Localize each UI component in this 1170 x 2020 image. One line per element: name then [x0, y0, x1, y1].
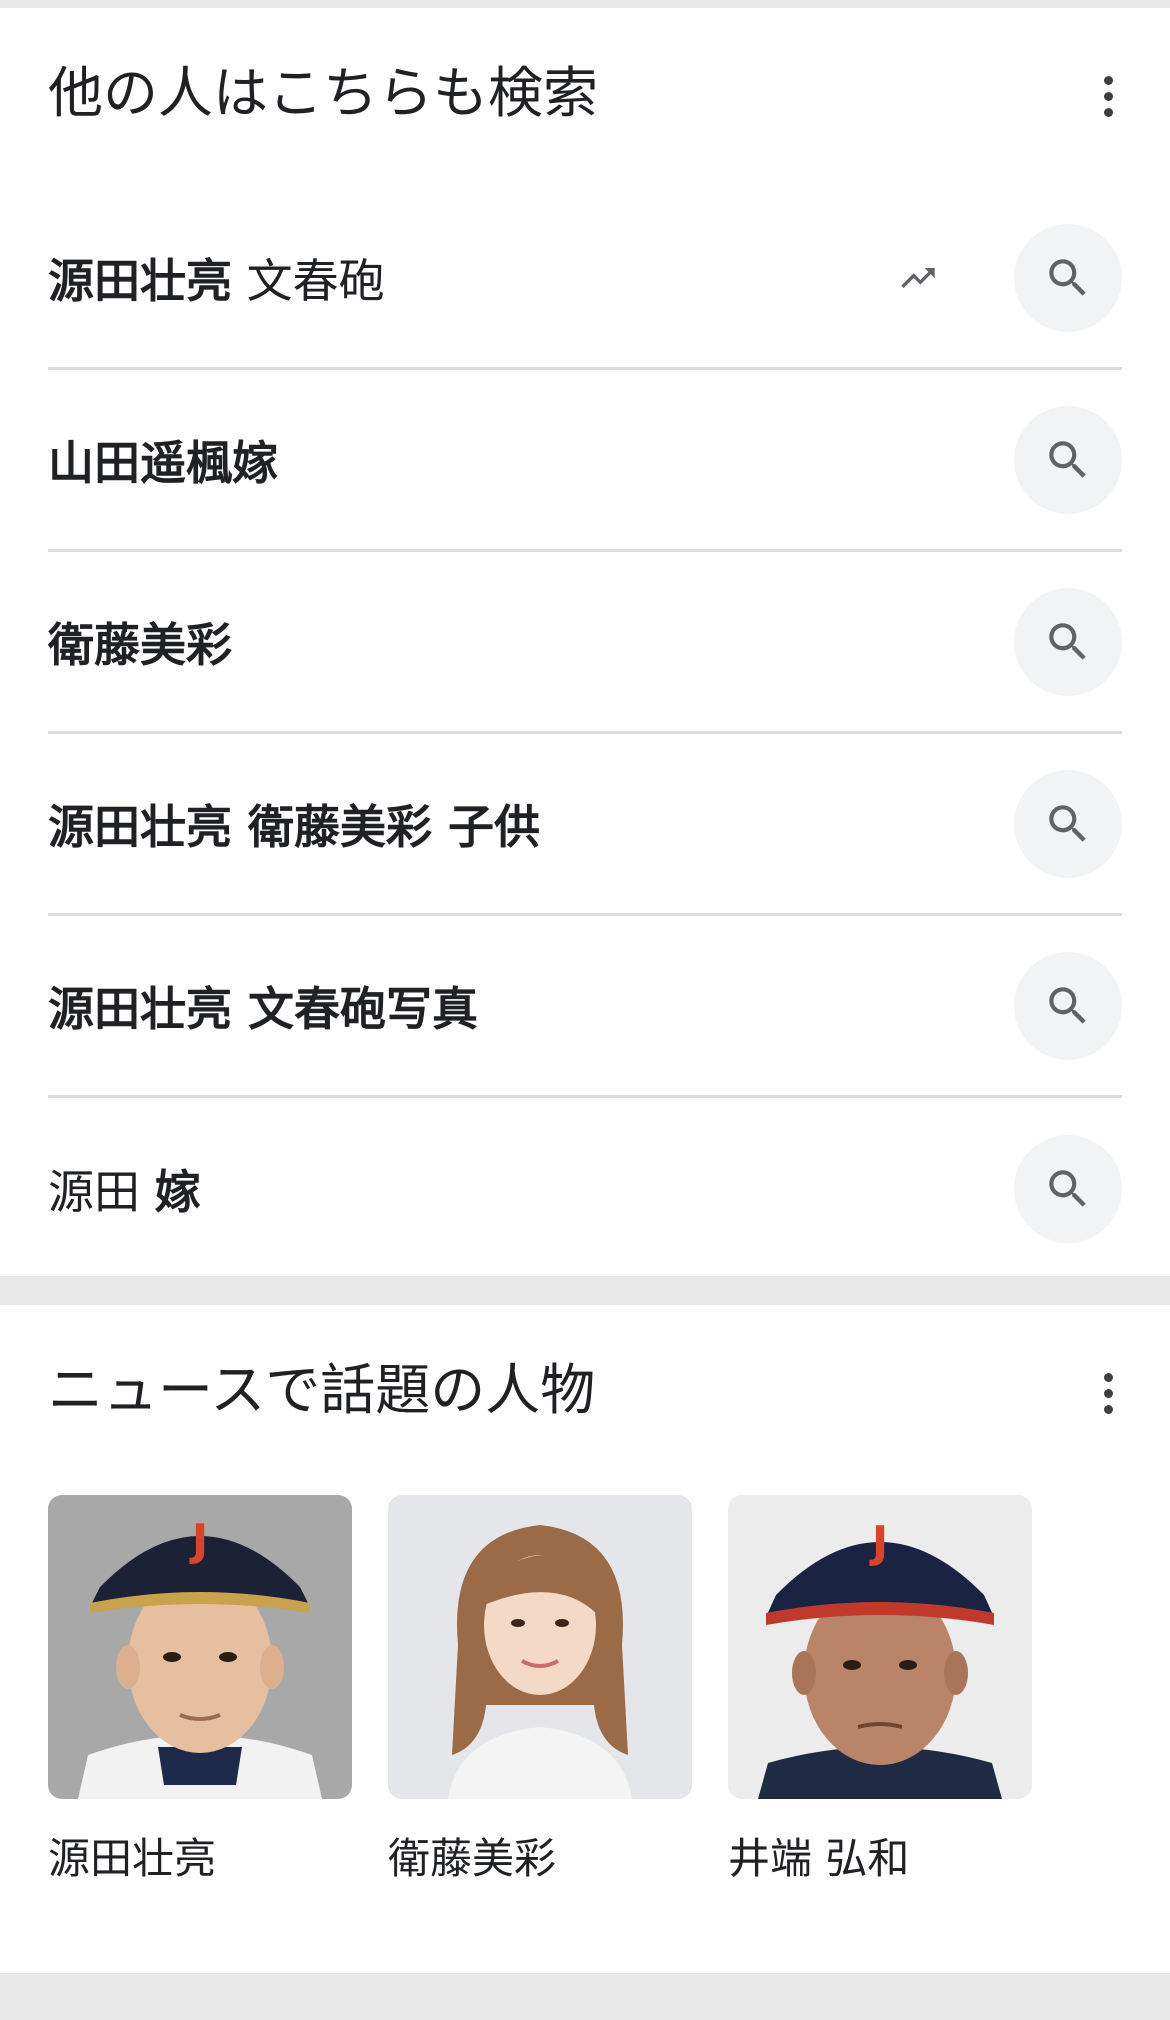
related-searches-title: 他の人はこちらも検索: [48, 61, 599, 125]
related-search-label: 衛藤美彩: [48, 617, 232, 672]
related-search-item[interactable]: 源田 嫁: [48, 1098, 1122, 1280]
search-icon: [1049, 986, 1086, 1024]
trending-up-icon: [901, 267, 935, 288]
related-search-label: 源田壮亮 文春砲写真: [48, 981, 479, 1036]
person-name: 衛藤美彩: [388, 1834, 557, 1883]
related-search-item[interactable]: 衛藤美彩: [48, 552, 1122, 734]
related-search-item[interactable]: 源田壮亮 文春砲: [48, 188, 1122, 370]
related-search-item[interactable]: 源田壮亮 文春砲写真: [48, 916, 1122, 1098]
related-search-label: 山田遥楓嫁: [48, 435, 278, 490]
search-icon: [1049, 622, 1086, 660]
related-search-label: 源田壮亮 文春砲: [48, 253, 385, 308]
search-button[interactable]: [1014, 951, 1122, 1060]
person-photo: [388, 1495, 692, 1799]
related-searches-list: 源田壮亮 文春砲 山田遥楓嫁 衛藤美彩 源田壮亮 衛藤美彩 子供 源田壮亮 文春…: [48, 188, 1122, 1280]
search-icon: [1049, 440, 1086, 478]
related-search-label: 源田壮亮 衛藤美彩 子供: [48, 799, 541, 854]
person-name: 井端 弘和: [728, 1834, 910, 1883]
search-button[interactable]: [1014, 769, 1122, 878]
search-icon: [1049, 258, 1086, 296]
svg-text:J: J: [869, 1517, 888, 1568]
person-photo: J: [728, 1495, 1032, 1799]
person-name: 源田壮亮: [48, 1834, 217, 1883]
person-card[interactable]: 衛藤美彩: [388, 1495, 692, 1886]
search-button[interactable]: [1014, 405, 1122, 514]
search-icon: [1049, 804, 1086, 842]
related-search-item[interactable]: 山田遥楓嫁: [48, 370, 1122, 552]
search-icon: [1049, 1170, 1086, 1207]
more-options-icon[interactable]: [1086, 1363, 1130, 1423]
search-button[interactable]: [1014, 587, 1122, 696]
svg-text:J: J: [189, 1515, 208, 1566]
person-card[interactable]: J 源田壮亮: [48, 1495, 352, 1886]
search-button[interactable]: [1014, 1135, 1122, 1243]
search-results-page: 他の人はこちらも検索 源田壮亮 文春砲 山田遥楓嫁 衛藤美彩 源田壮亮 衛藤美彩…: [0, 0, 1170, 2020]
more-options-icon[interactable]: [1086, 66, 1130, 126]
search-button[interactable]: [1014, 223, 1122, 332]
person-card[interactable]: J 井端 弘和: [728, 1495, 1032, 1886]
related-search-label: 源田 嫁: [48, 1165, 201, 1219]
people-in-news-title: ニュースで話題の人物: [48, 1358, 596, 1422]
people-in-news-card: ニュースで話題の人物 J 源田壮亮 衛藤美彩 J 井端 弘和: [0, 1305, 1170, 1973]
person-photo: J: [48, 1495, 352, 1799]
related-search-item[interactable]: 源田壮亮 衛藤美彩 子供: [48, 734, 1122, 916]
related-searches-card: 他の人はこちらも検索 源田壮亮 文春砲 山田遥楓嫁 衛藤美彩 源田壮亮 衛藤美彩…: [0, 8, 1170, 1276]
